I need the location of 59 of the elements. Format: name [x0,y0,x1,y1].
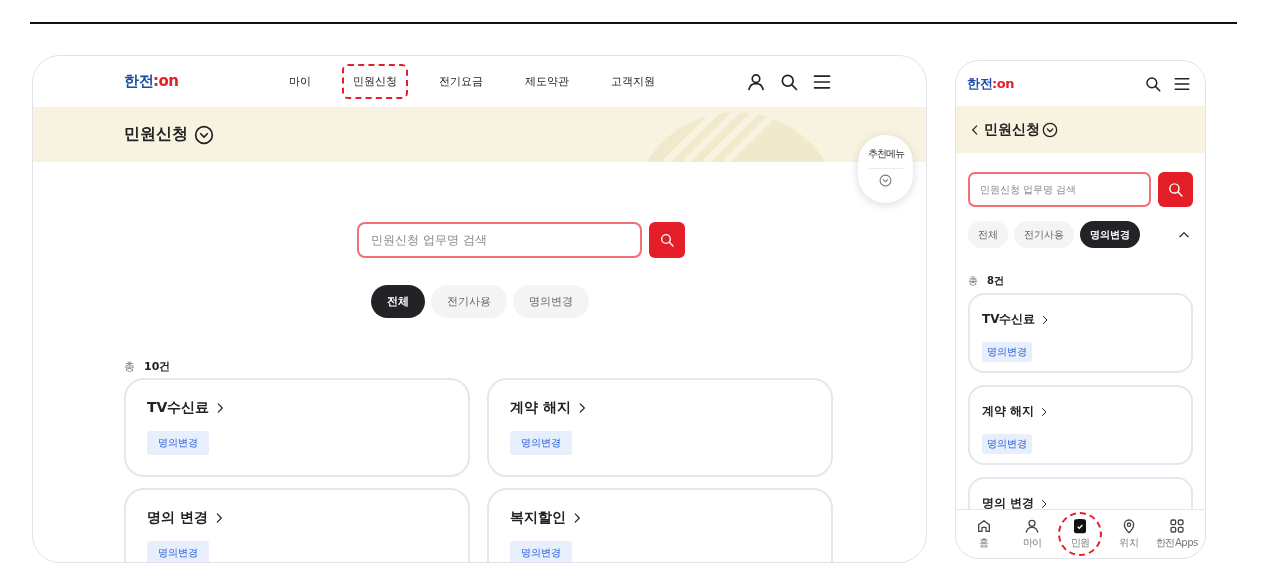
category-tag: 명의변경 [510,541,572,562]
total-label: 총 [124,359,135,374]
search-icon [659,232,675,248]
filter-chip[interactable]: 전기사용 [430,285,507,318]
search-button[interactable] [649,222,685,258]
nav-link[interactable]: 전기요금 [428,64,495,99]
search-icon [1144,74,1162,93]
user-icon [746,71,766,92]
chevron-down-circle-icon [879,174,892,187]
category-tag: 명의변경 [510,431,572,455]
chevron-down-circle-icon [194,124,214,145]
page-title: 민원신청 [124,124,188,145]
nav-link[interactable]: 고객지원 [600,64,667,99]
card-title: 복지할인 [510,509,566,527]
tab-bar-item[interactable]: 위치 [1106,512,1151,556]
service-card[interactable]: TV수신료 명의변경 [968,293,1193,373]
total-count: 10건 [144,359,171,374]
card-title: TV수신료 [147,399,210,417]
search-icon [1167,181,1185,198]
total-count: 8건 [987,274,1004,288]
search-field[interactable]: 민원신청 업무명 검색 [357,222,642,258]
service-card[interactable]: 복지할인 명의변경 [487,488,833,562]
filter-chip[interactable]: 명의변경 [1080,221,1140,248]
category-tag: 명의변경 [982,342,1032,362]
tab-bar-item[interactable]: 홈 [962,512,1007,556]
filter-chip[interactable]: 전기사용 [1014,221,1074,248]
chevron-down-circle-icon [1042,121,1058,138]
search-button[interactable] [1158,172,1193,207]
card-title: 명의 변경 [982,495,1035,509]
service-card[interactable]: 계약 해지 명의변경 [487,378,833,477]
home-icon [976,518,993,534]
card-title: 계약 해지 [982,403,1035,420]
filter-chip[interactable]: 전체 [370,285,425,318]
logo[interactable]: 한전:on [967,74,1014,93]
category-tag: 명의변경 [147,541,209,562]
tab-bar-item[interactable]: 민원 [1058,512,1103,556]
person-icon [1024,518,1041,534]
filter-chip[interactable]: 명의변경 [512,285,589,318]
total-label: 총 [968,274,978,288]
tab-bar-item[interactable]: 마이 [1010,512,1055,556]
clipboard-check-icon [1072,518,1089,534]
category-tag: 명의변경 [982,434,1032,454]
card-title: TV수신료 [982,311,1036,328]
page-title: 민원신청 [984,120,1040,139]
card-title: 계약 해지 [510,399,571,417]
service-card[interactable]: 계약 해지 명의변경 [968,385,1193,465]
category-tag: 명의변경 [147,431,209,455]
grid-icon [1168,518,1185,534]
recommend-menu-button[interactable]: 추천메뉴 [858,135,913,203]
search-field[interactable]: 민원신청 업무명 검색 [968,172,1152,207]
logo[interactable]: 한전:on [124,72,179,91]
nav-link[interactable]: 제도약관 [514,64,581,99]
card-title: 명의 변경 [147,509,208,527]
nav-link[interactable]: 민원신청 [342,64,409,99]
nav-link[interactable]: 마이 [278,64,323,99]
service-card[interactable]: 명의 변경 명의변경 [124,488,470,562]
filter-chip[interactable]: 전체 [968,221,1008,248]
tab-bar-item[interactable]: 한전Apps [1154,512,1199,556]
service-card[interactable]: TV수신료 명의변경 [124,378,470,477]
